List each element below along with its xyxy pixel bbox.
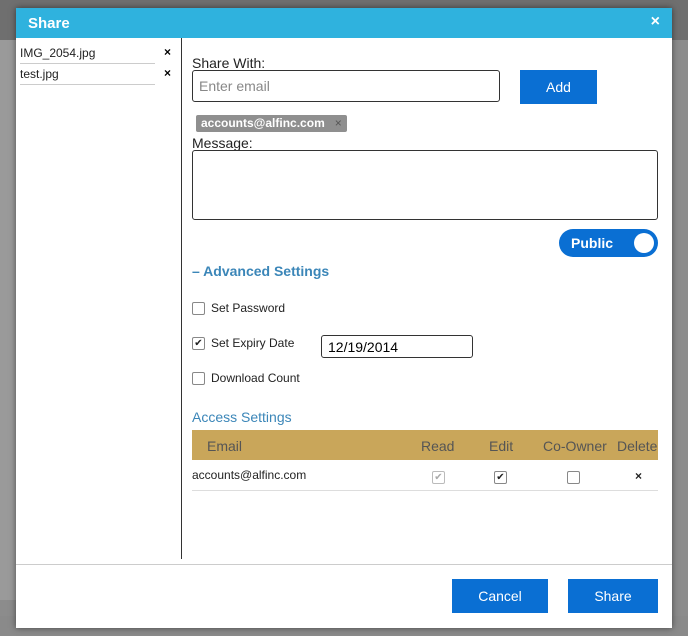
share-button[interactable]: Share: [568, 579, 658, 613]
email-chip: accounts@alfinc.com ×: [196, 115, 347, 132]
file-name: IMG_2054.jpg: [20, 46, 96, 60]
set-password-checkbox[interactable]: [192, 302, 205, 315]
expiry-date-field[interactable]: [321, 335, 473, 358]
remove-file-icon[interactable]: ×: [164, 45, 171, 59]
share-with-label: Share With:: [192, 55, 266, 71]
access-settings-title: Access Settings: [192, 409, 292, 425]
access-table-header: Email Read Edit Co-Owner Delete: [192, 430, 658, 460]
column-email: Email: [207, 438, 243, 454]
message-field[interactable]: [192, 150, 658, 220]
footer-divider: [16, 564, 672, 565]
row-email: accounts@alfinc.com: [192, 468, 307, 482]
dialog-header: Share ×: [16, 8, 672, 38]
file-name: test.jpg: [20, 67, 59, 81]
public-toggle[interactable]: Public: [559, 229, 658, 257]
cancel-button[interactable]: Cancel: [452, 579, 548, 613]
add-button[interactable]: Add: [520, 70, 597, 104]
remove-chip-icon[interactable]: ×: [335, 115, 342, 132]
advanced-settings-toggle[interactable]: – Advanced Settings: [192, 263, 329, 279]
background-sidebar: [0, 40, 16, 600]
set-expiry-label: Set Expiry Date: [211, 336, 295, 350]
table-row: accounts@alfinc.com ✔ ✔ ×: [192, 460, 658, 491]
email-input[interactable]: [192, 70, 500, 102]
close-icon[interactable]: ×: [651, 13, 660, 31]
edit-checkbox[interactable]: ✔: [494, 471, 507, 484]
share-dialog: Share × IMG_2054.jpg × test.jpg × Share …: [16, 8, 672, 628]
download-count-checkbox[interactable]: [192, 372, 205, 385]
chip-email: accounts@alfinc.com: [201, 116, 325, 130]
remove-file-icon[interactable]: ×: [164, 66, 171, 80]
set-expiry-checkbox[interactable]: ✔: [192, 337, 205, 350]
file-list: IMG_2054.jpg × test.jpg ×: [16, 38, 182, 559]
read-checkbox: ✔: [432, 471, 445, 484]
file-item: test.jpg: [20, 64, 155, 85]
column-edit: Edit: [489, 438, 514, 454]
column-read: Read: [421, 438, 455, 454]
dialog-title: Share: [28, 15, 70, 32]
co-owner-checkbox[interactable]: [567, 471, 580, 484]
message-label: Message:: [192, 135, 253, 151]
column-co-owner: Co-Owner: [543, 438, 607, 454]
set-password-label: Set Password: [211, 301, 286, 315]
download-count-label: Download Count: [211, 371, 300, 385]
column-delete: Delete: [617, 438, 658, 454]
toggle-knob: [634, 233, 654, 253]
file-item: IMG_2054.jpg: [20, 43, 155, 64]
public-toggle-label: Public: [571, 235, 614, 251]
delete-row-icon[interactable]: ×: [635, 469, 642, 483]
